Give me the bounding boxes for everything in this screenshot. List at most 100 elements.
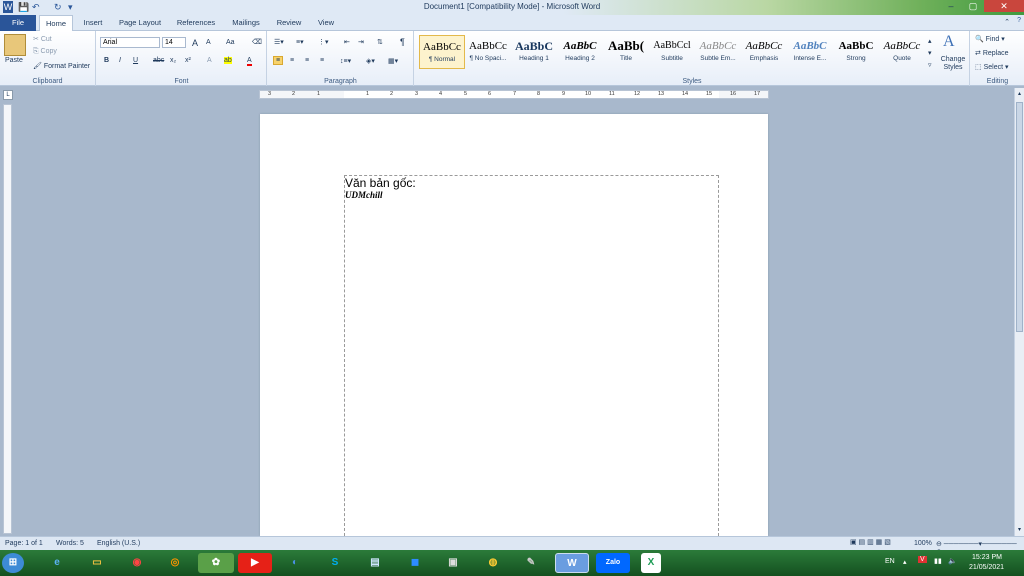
font-name-combo[interactable]: Arial <box>100 37 160 48</box>
style-heading-1[interactable]: AaBbC Heading 1 <box>511 35 557 69</box>
tab-selector-icon[interactable]: L <box>3 90 13 100</box>
printer-icon[interactable]: ▣ <box>438 553 468 573</box>
paint-icon[interactable]: ◍ <box>478 553 508 573</box>
tab-view[interactable]: View <box>312 15 340 31</box>
font-size-combo[interactable]: 14 <box>162 37 186 48</box>
grow-font-button[interactable]: A <box>192 38 198 48</box>
borders-icon[interactable]: ▦▾ <box>388 57 398 65</box>
find-button[interactable]: 🔍 Find ▾ <box>975 35 1005 43</box>
styles-scroll-down-icon[interactable]: ▾ <box>928 49 932 57</box>
bullets-icon[interactable]: ☰▾ <box>274 38 284 46</box>
change-styles-button[interactable]: Change Styles <box>938 56 968 72</box>
change-styles-icon[interactable]: A <box>943 33 955 51</box>
shading-icon[interactable]: ◈▾ <box>366 57 375 65</box>
word-count[interactable]: Words: 5 <box>56 540 84 547</box>
align-right-icon[interactable]: ≡ <box>305 57 309 64</box>
tab-file[interactable]: File <box>0 15 36 31</box>
numbering-icon[interactable]: ≡▾ <box>296 38 304 46</box>
sort-icon[interactable]: ⇅ <box>377 38 383 46</box>
clear-format-button[interactable]: ⌫ <box>252 38 262 46</box>
font-color-button[interactable]: A <box>247 57 252 66</box>
zoom-level[interactable]: 100% <box>914 540 932 547</box>
page-count[interactable]: Page: 1 of 1 <box>5 540 43 547</box>
underline-button[interactable]: U <box>133 57 138 64</box>
firefox-icon[interactable]: ◎ <box>160 553 190 573</box>
scroll-down-icon[interactable]: ▾ <box>1016 526 1023 534</box>
subscript-button[interactable]: x₂ <box>170 57 176 64</box>
superscript-button[interactable]: x² <box>185 57 191 64</box>
shrink-font-button[interactable]: A <box>206 39 211 46</box>
bold-button[interactable]: B <box>104 57 109 64</box>
tool-icon[interactable]: ✎ <box>516 553 546 573</box>
close-button[interactable]: ✕ <box>984 0 1024 12</box>
scroll-up-icon[interactable]: ▴ <box>1016 90 1023 98</box>
youtube-icon[interactable]: ▶ <box>238 553 272 573</box>
tab-references[interactable]: References <box>172 15 220 31</box>
start-button[interactable]: ⊞ <box>2 553 24 573</box>
vertical-ruler[interactable] <box>3 104 12 534</box>
style-subtitle[interactable]: AaBbCcl Subtitle <box>649 35 695 69</box>
green-app-icon[interactable]: ✿ <box>198 553 234 573</box>
align-center-icon[interactable]: ≡ <box>290 57 294 64</box>
zalo-icon[interactable]: Zalo <box>596 553 630 573</box>
italic-button[interactable]: I <box>119 57 121 64</box>
skype-icon[interactable]: S <box>320 553 350 573</box>
volume-icon[interactable]: 🔈 <box>948 557 957 565</box>
tab-home[interactable]: Home <box>39 15 73 32</box>
decrease-indent-icon[interactable]: ⇤ <box>344 38 350 46</box>
clock-time[interactable]: 15:23 PM <box>972 554 1002 561</box>
select-button[interactable]: ⬚ Select ▾ <box>975 63 1009 71</box>
style-subtle-emphasis[interactable]: AaBbCc Subtle Em... <box>695 35 741 69</box>
paste-button[interactable]: Paste <box>5 57 23 64</box>
scroll-thumb[interactable] <box>1016 102 1023 332</box>
vertical-scrollbar[interactable]: ▴ ▾ <box>1014 88 1024 536</box>
ribbon-minimize-icon[interactable]: ⌃ <box>1004 18 1010 26</box>
line-spacing-icon[interactable]: ↕≡▾ <box>340 57 351 65</box>
tab-review[interactable]: Review <box>272 15 306 31</box>
chrome-icon[interactable]: ◉ <box>122 553 152 573</box>
style-quote[interactable]: AaBbCc Quote <box>879 35 925 69</box>
styles-scroll-up-icon[interactable]: ▴ <box>928 37 932 45</box>
increase-indent-icon[interactable]: ⇥ <box>358 38 364 46</box>
document-page[interactable]: Văn bản gốc: UDMchill <box>260 114 768 536</box>
style-heading-2[interactable]: AaBbC Heading 2 <box>557 35 603 69</box>
explorer-icon[interactable]: ▭ <box>82 553 112 573</box>
minimize-button[interactable]: – <box>940 0 962 12</box>
ie-icon[interactable]: e <box>42 553 72 573</box>
highlight-button[interactable]: ab <box>224 57 232 64</box>
maximize-button[interactable]: ▢ <box>962 0 984 12</box>
help-icon[interactable]: ? <box>1017 17 1021 24</box>
cut-button[interactable]: ✂ Cut <box>33 35 52 43</box>
text-effects-button[interactable]: A <box>207 57 212 64</box>
network-icon[interactable]: ▮▮ <box>934 557 942 565</box>
style-emphasis[interactable]: AaBbCc Emphasis <box>741 35 787 69</box>
language-status[interactable]: English (U.S.) <box>97 540 140 547</box>
change-case-button[interactable]: Aa <box>226 39 235 46</box>
copy-button[interactable]: ⎘ Copy <box>33 48 57 56</box>
antivirus-icon[interactable]: V <box>918 556 927 563</box>
paste-icon[interactable] <box>4 34 26 56</box>
tab-insert[interactable]: Insert <box>78 15 108 31</box>
style-normal[interactable]: AaBbCc ¶ Normal <box>419 35 465 69</box>
clock-date[interactable]: 21/05/2021 <box>969 564 1004 571</box>
align-left-icon[interactable]: ≡ <box>273 56 284 65</box>
tab-mailings[interactable]: Mailings <box>226 15 266 31</box>
text-box[interactable]: Văn bản gốc: UDMchill <box>344 175 719 536</box>
tab-page-layout[interactable]: Page Layout <box>114 15 166 31</box>
horizontal-ruler[interactable]: 3 2 1 1 2 3 4 5 6 7 8 9 10 11 12 13 14 1… <box>259 90 769 99</box>
document-text-line[interactable]: UDMchill <box>345 190 383 200</box>
style-title[interactable]: AaBb( Title <box>603 35 649 69</box>
document-text-line[interactable]: Văn bản gốc: <box>345 176 416 190</box>
strikethrough-button[interactable]: abc <box>153 57 164 64</box>
input-language[interactable]: EN <box>885 558 895 565</box>
show-marks-icon[interactable]: ¶ <box>400 37 405 47</box>
tray-expand-icon[interactable]: ▴ <box>903 558 907 566</box>
zoom-icon[interactable]: ◼ <box>400 553 430 573</box>
justify-icon[interactable]: ≡ <box>320 57 324 64</box>
style-intense-emphasis[interactable]: AaBbC Intense E... <box>787 35 833 69</box>
meeting-icon[interactable]: ◐ <box>280 553 310 573</box>
style-strong[interactable]: AaBbC Strong <box>833 35 879 69</box>
replace-button[interactable]: ⇄ Replace <box>975 49 1009 57</box>
styles-more-icon[interactable]: ▿ <box>928 61 932 69</box>
view-buttons[interactable]: ▣ ▤ ▥ ▦ ▧ <box>850 538 891 546</box>
